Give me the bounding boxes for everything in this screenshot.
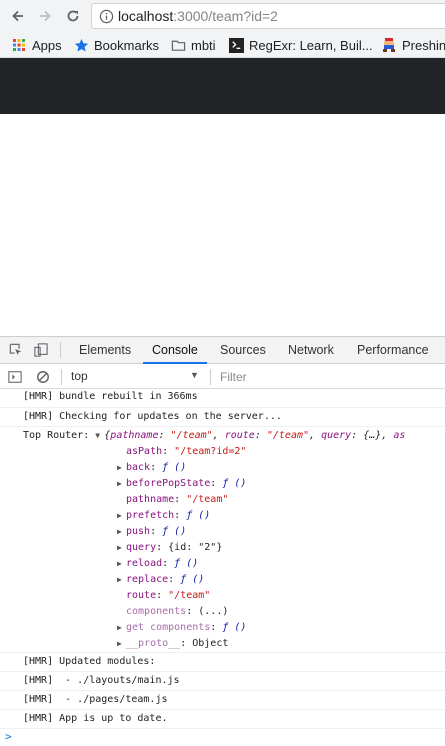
sidebar-toggle-icon[interactable]	[7, 369, 23, 385]
expand-triangle-icon: ▶	[117, 559, 122, 568]
prop-replace[interactable]: ▶ replace: ƒ ()	[117, 574, 204, 585]
url-host: localhost	[118, 8, 174, 24]
clear-console-icon[interactable]	[35, 369, 51, 385]
toolbar-divider	[60, 342, 61, 358]
prop-components[interactable]: components: (...)	[117, 606, 228, 617]
console-log: [HMR] bundle rebuilt in 366ms [HMR] Chec…	[0, 390, 445, 746]
expand-triangle-icon: ▶	[117, 543, 122, 552]
prop-proto[interactable]: ▶ __proto__: Object	[117, 638, 228, 649]
filter-input[interactable]: Filter	[220, 370, 247, 384]
console-object-message: Top Router: ▼ {pathname: "/team", route: …	[0, 427, 445, 653]
devtools-panel: Elements Console Sources Network Perform…	[0, 336, 445, 746]
folder-icon	[170, 37, 186, 53]
console-message: [HMR] - ./layouts/main.js	[0, 672, 445, 691]
toolbar-divider	[210, 369, 211, 385]
bookmark-mbti[interactable]: mbti	[170, 36, 216, 54]
prop-query[interactable]: ▶ query: {id: "2"}	[117, 542, 222, 553]
tab-sources[interactable]: Sources	[220, 337, 266, 364]
bookmark-label: Bookmarks	[94, 37, 160, 53]
prop-push[interactable]: ▶ push: ƒ ()	[117, 526, 186, 537]
message-text: [HMR] App is up to date.	[23, 713, 168, 724]
url-text: localhost:3000/team?id=2	[118, 8, 278, 24]
browser-toolbar: localhost:3000/team?id=2	[0, 0, 445, 32]
message-text: [HMR] Updated modules:	[23, 656, 156, 667]
console-message: [HMR] - ./pages/team.js	[0, 691, 445, 710]
bookmark-bookmarks[interactable]: Bookmarks	[73, 36, 159, 54]
expand-triangle-icon: ▶	[117, 623, 122, 632]
expand-triangle-icon: ▶	[117, 479, 122, 488]
console-message: [HMR] bundle rebuilt in 366ms	[0, 390, 445, 408]
expand-triangle-icon: ▶	[117, 511, 122, 520]
bookmark-preshin[interactable]: Preshin	[381, 36, 445, 54]
expand-triangle-icon: ▶	[117, 575, 122, 584]
url-path: :3000/team?id=2	[173, 8, 278, 24]
page-header-bar	[0, 58, 445, 114]
reload-icon	[67, 10, 79, 22]
prop-route: route: "/team"	[126, 590, 211, 601]
bookmark-label: mbti	[191, 37, 216, 53]
reload-button[interactable]	[62, 5, 84, 27]
back-arrow-icon	[12, 10, 23, 22]
toolbar-divider	[61, 369, 62, 385]
context-select[interactable]: top	[71, 369, 88, 383]
back-button[interactable]	[7, 5, 29, 27]
bookmark-label: Apps	[32, 37, 62, 53]
tab-elements[interactable]: Elements	[79, 337, 131, 364]
console-message: [HMR] Checking for updates on the server…	[0, 408, 445, 427]
console-message: [HMR] App is up to date.	[0, 710, 445, 729]
bookmark-label: RegExr: Learn, Buil...	[249, 37, 373, 53]
collapse-triangle-icon[interactable]: ▼	[95, 431, 104, 440]
bookmarks-bar: Apps Bookmarks mbti RegExr: Learn, Buil.…	[0, 32, 445, 58]
console-toolbar: top ▼ Filter	[0, 365, 445, 389]
router-summary[interactable]: {pathname: "/team", route: "/team", quer…	[104, 430, 405, 441]
devtools-tab-bar: Elements Console Sources Network Perform…	[0, 337, 445, 364]
prop-prefetch[interactable]: ▶ prefetch: ƒ ()	[117, 510, 210, 521]
star-icon	[73, 37, 89, 53]
message-text: [HMR] - ./layouts/main.js	[23, 675, 180, 686]
expand-triangle-icon: ▶	[117, 639, 122, 648]
info-icon[interactable]	[96, 6, 116, 26]
tab-network[interactable]: Network	[288, 337, 334, 364]
message-text: [HMR] - ./pages/team.js	[23, 694, 168, 705]
console-message: [HMR] Updated modules:	[0, 653, 445, 672]
inspect-element-icon[interactable]	[8, 342, 24, 358]
device-toolbar-icon[interactable]	[33, 342, 49, 358]
prop-back[interactable]: ▶ back: ƒ ()	[117, 462, 186, 473]
expand-triangle-icon: ▶	[117, 527, 122, 536]
prop-get-components[interactable]: ▶ get components: ƒ ()	[117, 622, 246, 633]
expand-triangle-icon: ▶	[117, 463, 122, 472]
bookmark-apps[interactable]: Apps	[11, 36, 62, 54]
tab-console[interactable]: Console	[143, 337, 207, 364]
address-bar[interactable]: localhost:3000/team?id=2	[91, 3, 445, 29]
router-log-line: Top Router: ▼ {pathname: "/team", route: …	[23, 430, 405, 441]
router-label: Top Router:	[23, 430, 90, 441]
forward-arrow-icon	[40, 10, 51, 22]
context-dropdown-icon[interactable]: ▼	[190, 370, 199, 380]
prop-pathname: pathname: "/team"	[126, 494, 229, 505]
pixel-mario-icon	[381, 37, 397, 53]
prop-aspath: asPath: "/team?id=2"	[126, 446, 247, 457]
forward-button[interactable]	[34, 5, 56, 27]
apps-grid-icon	[11, 37, 27, 53]
prop-reload[interactable]: ▶ reload: ƒ ()	[117, 558, 198, 569]
bookmark-regexr[interactable]: RegExr: Learn, Buil...	[228, 36, 373, 54]
console-prompt[interactable]: >	[5, 730, 12, 743]
message-text: [HMR] bundle rebuilt in 366ms	[23, 391, 198, 402]
regexr-logo-icon	[228, 37, 244, 53]
tab-performance[interactable]: Performance	[357, 337, 429, 364]
page-content	[0, 114, 445, 336]
bookmark-label: Preshin	[402, 37, 445, 53]
message-text: [HMR] Checking for updates on the server…	[23, 411, 282, 422]
prop-beforepopstate[interactable]: ▶ beforePopState: ƒ ()	[117, 478, 246, 489]
